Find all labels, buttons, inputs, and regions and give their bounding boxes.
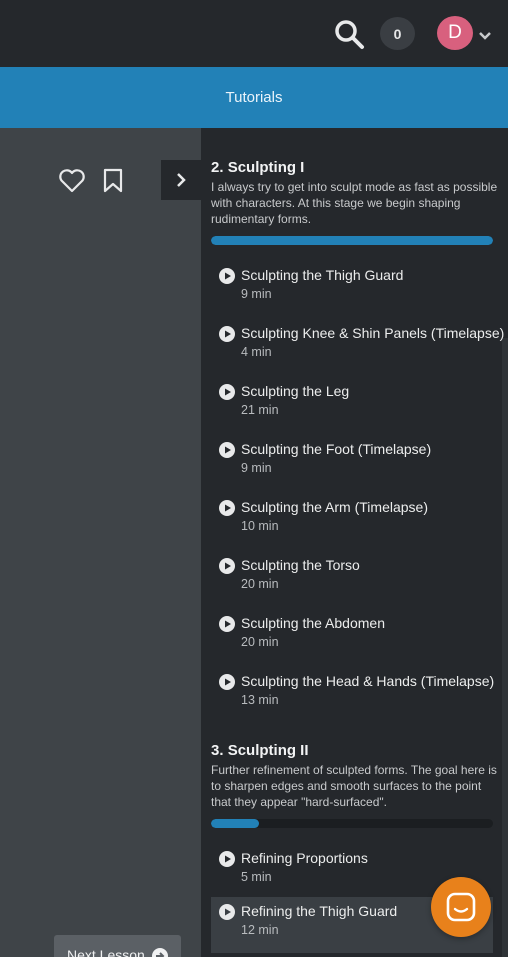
play-icon xyxy=(219,500,235,516)
section-title: 3. Sculpting II xyxy=(211,742,309,759)
section-progress-fill xyxy=(211,819,259,828)
lesson-duration: 13 min xyxy=(241,693,279,707)
collapse-sidebar-button[interactable] xyxy=(161,160,201,200)
play-icon xyxy=(219,851,235,867)
lesson-item[interactable]: Sculpting the Torso 20 min xyxy=(211,551,493,607)
avatar[interactable]: D xyxy=(437,16,473,50)
next-lesson-button[interactable]: Next Lesson xyxy=(54,935,181,957)
section-progress-bar xyxy=(211,236,493,245)
heart-icon[interactable] xyxy=(58,168,86,194)
section-progress-bar xyxy=(211,819,493,828)
lesson-title: Sculpting the Foot (Timelapse) xyxy=(241,441,432,457)
lesson-duration: 20 min xyxy=(241,635,279,649)
tab-tutorials[interactable]: Tutorials xyxy=(226,89,283,106)
chevron-down-icon[interactable] xyxy=(477,28,493,44)
bookmark-icon[interactable] xyxy=(102,168,124,194)
chat-launcher-button[interactable] xyxy=(431,877,491,937)
lesson-item[interactable]: Sculpting the Thigh Guard 9 min xyxy=(211,261,493,317)
lesson-item[interactable]: Sculpting the Head & Hands (Timelapse) 1… xyxy=(211,667,495,723)
lesson-item[interactable]: Sculpting Knee & Shin Panels (Timelapse)… xyxy=(211,319,504,375)
lesson-title: Sculpting the Arm (Timelapse) xyxy=(241,499,428,515)
lesson-duration: 9 min xyxy=(241,287,272,301)
section-progress-fill xyxy=(211,236,493,245)
scrollbar[interactable] xyxy=(502,338,508,957)
play-icon xyxy=(219,558,235,574)
lesson-duration: 10 min xyxy=(241,519,279,533)
play-icon xyxy=(219,904,235,920)
play-icon xyxy=(219,442,235,458)
play-icon xyxy=(219,268,235,284)
top-bar: 0 D xyxy=(0,0,508,67)
lesson-duration: 21 min xyxy=(241,403,279,417)
next-lesson-label: Next Lesson xyxy=(67,947,145,957)
lesson-item[interactable]: Sculpting the Arm (Timelapse) 10 min xyxy=(211,493,493,549)
notification-count-badge[interactable]: 0 xyxy=(380,17,415,50)
arrow-right-circle-icon xyxy=(151,948,168,957)
lesson-title: Sculpting the Leg xyxy=(241,383,350,399)
chevron-right-icon xyxy=(177,173,186,187)
lesson-title: Sculpting the Head & Hands (Timelapse) xyxy=(241,673,495,689)
lesson-item[interactable]: Sculpting the Abdomen 20 min xyxy=(211,609,493,665)
search-icon[interactable] xyxy=(333,18,365,50)
lesson-title: Refining the Thigh Guard xyxy=(241,903,398,919)
lesson-title: Sculpting the Thigh Guard xyxy=(241,267,404,283)
section-description: Further refinement of sculpted forms. Th… xyxy=(211,763,497,809)
tutorials-tab-bar: Tutorials xyxy=(0,67,508,128)
play-icon xyxy=(219,384,235,400)
lesson-duration: 9 min xyxy=(241,461,272,475)
play-icon xyxy=(219,674,235,690)
chat-icon xyxy=(446,892,476,922)
lesson-item[interactable]: Sculpting the Leg 21 min xyxy=(211,377,493,433)
lesson-title: Sculpting the Abdomen xyxy=(241,615,385,631)
play-icon xyxy=(219,616,235,632)
lesson-duration: 20 min xyxy=(241,577,279,591)
section-title: 2. Sculpting I xyxy=(211,159,305,176)
lesson-duration: 4 min xyxy=(241,345,272,359)
lesson-title: Sculpting the Torso xyxy=(241,557,360,573)
lesson-title: Refining Proportions xyxy=(241,850,368,866)
lesson-item[interactable]: Sculpting the Foot (Timelapse) 9 min xyxy=(211,435,493,491)
section-description: I always try to get into sculpt mode as … xyxy=(211,180,498,226)
play-icon xyxy=(219,326,235,342)
lesson-duration: 12 min xyxy=(241,923,279,937)
video-pane xyxy=(0,128,201,957)
lesson-duration: 5 min xyxy=(241,870,272,884)
lesson-title: Sculpting Knee & Shin Panels (Timelapse) xyxy=(241,325,505,341)
